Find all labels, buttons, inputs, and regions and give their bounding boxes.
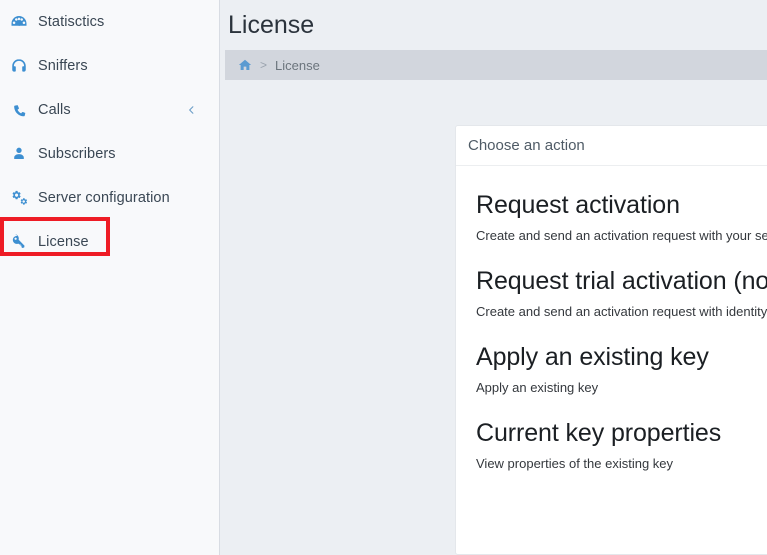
sidebar-item-label: Statisctics [38,14,105,30]
action-title[interactable]: Current key properties [476,418,767,449]
action-description: Apply an existing key [476,380,599,395]
sidebar-item-server-configuration[interactable]: Server configuration [0,176,219,220]
chevron-left-icon[interactable] [186,105,197,116]
sidebar-item-sniffers[interactable]: Sniffers [0,44,219,88]
user-icon [6,141,32,167]
sidebar-item-license[interactable]: License [0,220,219,264]
sidebar-item-label: Subscribers [38,146,116,162]
key-icon [6,229,32,255]
phone-icon [6,97,32,123]
headphones-icon [6,53,32,79]
main-content: License > License Choose an action Reque… [220,0,767,555]
sidebar-item-calls[interactable]: Calls [0,88,219,132]
card-header-title: Choose an action [468,137,585,154]
sidebar-item-label: License [38,234,89,250]
page-title: License [228,11,315,39]
action-title[interactable]: Request activation [476,190,767,221]
sidebar-item-subscribers[interactable]: Subscribers [0,132,219,176]
sidebar-item-statisctics[interactable]: Statisctics [0,0,219,44]
sidebar-item-label: Calls [38,102,71,118]
choose-action-card: Choose an action Request activation Crea… [455,125,767,555]
cogs-icon [6,185,32,211]
app-root: Statisctics Sniffers Calls Subscribers S… [0,0,767,555]
action-request-activation[interactable]: Request activation Create and send an ac… [456,166,767,244]
breadcrumb: > License [225,50,767,80]
breadcrumb-current: License [275,57,320,73]
card-header: Choose an action [456,126,767,166]
sidebar-item-label: Sniffers [38,58,88,74]
breadcrumb-separator: > [260,58,268,72]
action-current-key-properties[interactable]: Current key properties View properties o… [456,396,767,472]
action-description: Create and send an activation request wi… [476,304,767,319]
sidebar-item-label: Server configuration [38,190,170,206]
action-title[interactable]: Request trial activation (no serial numb… [476,266,767,297]
card-body: Request activation Create and send an ac… [456,166,767,472]
sidebar: Statisctics Sniffers Calls Subscribers S… [0,0,220,555]
home-icon[interactable] [238,58,252,72]
action-request-trial-activation[interactable]: Request trial activation (no serial numb… [456,244,767,320]
action-description: View properties of the existing key [476,456,674,471]
action-description: Create and send an activation request wi… [476,228,767,243]
dashboard-icon [6,9,32,35]
action-apply-existing-key[interactable]: Apply an existing key Apply an existing … [456,320,767,396]
action-title[interactable]: Apply an existing key [476,342,767,373]
